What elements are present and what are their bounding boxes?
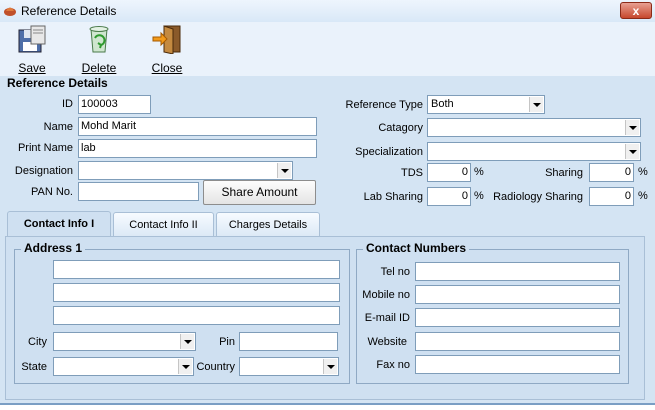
address-group-title: Address 1 xyxy=(21,241,86,255)
reference-type-label: Reference Type xyxy=(345,99,423,111)
email-field[interactable] xyxy=(415,308,620,327)
toolbar: Save Delete Close xyxy=(0,22,655,76)
mobile-label: Mobile no xyxy=(362,289,410,301)
radiology-sharing-label: Radiology Sharing xyxy=(493,191,583,203)
tel-label: Tel no xyxy=(380,266,410,278)
window-bottom-edge xyxy=(0,403,655,410)
specialization-label: Specialization xyxy=(355,146,423,158)
tab-contact-info-2[interactable]: Contact Info II xyxy=(113,212,214,236)
sharing-label: Sharing xyxy=(545,167,583,179)
chevron-down-icon[interactable] xyxy=(180,334,194,349)
state-label: State xyxy=(21,361,47,373)
save-button[interactable]: Save xyxy=(12,24,52,75)
tds-label: TDS xyxy=(401,167,423,179)
fax-label: Fax no xyxy=(376,359,410,371)
category-dropdown[interactable] xyxy=(427,118,641,137)
chevron-down-icon[interactable] xyxy=(529,97,543,112)
email-label: E-mail ID xyxy=(364,312,410,324)
chevron-down-icon[interactable] xyxy=(277,163,291,178)
chevron-down-icon[interactable] xyxy=(625,120,639,135)
close-label: Close xyxy=(151,61,183,75)
fax-field[interactable] xyxy=(415,355,620,374)
delete-label: Delete xyxy=(81,61,117,75)
id-label: ID xyxy=(62,98,73,110)
name-field[interactable]: Mohd Marit xyxy=(78,117,317,136)
lab-sharing-percent: % xyxy=(474,190,484,202)
share-amount-button[interactable]: Share Amount xyxy=(203,180,316,205)
radiology-sharing-percent: % xyxy=(638,190,648,202)
name-label: Name xyxy=(43,121,73,133)
contact-numbers-title: Contact Numbers xyxy=(363,241,470,255)
tel-field[interactable] xyxy=(415,262,620,281)
print-name-field[interactable]: lab xyxy=(78,139,317,158)
designation-label: Designation xyxy=(14,165,73,177)
recycle-bin-icon xyxy=(89,26,109,53)
close-button[interactable]: Close xyxy=(147,24,187,75)
reference-type-value: Both xyxy=(431,98,454,110)
website-label: Website xyxy=(367,336,407,348)
country-label: Country xyxy=(196,361,235,373)
floppy-disk-icon xyxy=(18,25,46,53)
address-line-3[interactable] xyxy=(53,306,340,325)
app-icon xyxy=(4,7,16,16)
tds-field[interactable]: 0 xyxy=(427,163,471,182)
id-field[interactable]: 100003 xyxy=(78,95,151,114)
website-field[interactable] xyxy=(415,332,620,351)
delete-button[interactable]: Delete xyxy=(79,24,119,75)
country-dropdown[interactable] xyxy=(239,357,339,376)
address-line-2[interactable] xyxy=(53,283,340,302)
address-line-1[interactable] xyxy=(53,260,340,279)
reference-type-dropdown[interactable]: Both xyxy=(427,95,545,114)
section-title: Reference Details xyxy=(7,76,108,90)
chevron-down-icon[interactable] xyxy=(625,144,639,159)
designation-dropdown[interactable] xyxy=(78,161,293,180)
city-label: City xyxy=(28,336,47,348)
mobile-field[interactable] xyxy=(415,285,620,304)
pin-label: Pin xyxy=(219,336,235,348)
state-dropdown[interactable] xyxy=(53,357,194,376)
save-label: Save xyxy=(18,61,46,75)
radiology-sharing-field[interactable]: 0 xyxy=(589,187,634,206)
sharing-percent: % xyxy=(638,166,648,178)
window-close-button[interactable]: x xyxy=(620,2,652,19)
sharing-field[interactable]: 0 xyxy=(589,163,634,182)
tds-percent: % xyxy=(474,166,484,178)
lab-sharing-label: Lab Sharing xyxy=(363,191,423,203)
print-name-label: Print Name xyxy=(17,142,73,154)
city-dropdown[interactable] xyxy=(53,332,196,351)
window-title: Reference Details xyxy=(21,4,117,18)
lab-sharing-field[interactable]: 0 xyxy=(427,187,471,206)
pan-label: PAN No. xyxy=(31,186,73,198)
chevron-down-icon[interactable] xyxy=(323,359,337,374)
exit-door-icon xyxy=(152,25,181,55)
tab-charges-details[interactable]: Charges Details xyxy=(216,212,320,236)
chevron-down-icon[interactable] xyxy=(178,359,192,374)
tab-contact-info-1[interactable]: Contact Info I xyxy=(7,211,111,237)
pin-field[interactable] xyxy=(239,332,338,351)
category-label: Catagory xyxy=(378,122,423,134)
specialization-dropdown[interactable] xyxy=(427,142,641,161)
pan-field[interactable] xyxy=(78,182,199,201)
